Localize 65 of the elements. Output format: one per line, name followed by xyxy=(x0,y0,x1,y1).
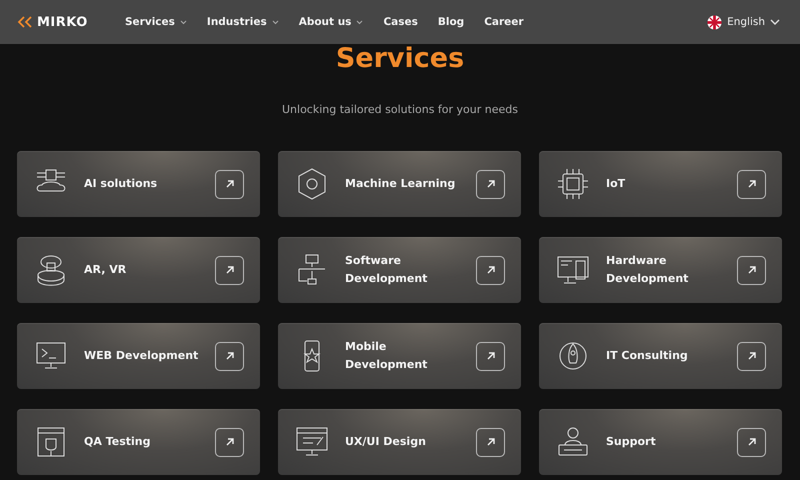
service-label: UX/UI Design xyxy=(345,434,427,450)
nav-link[interactable]: Blog xyxy=(438,16,464,28)
arrow-up-right-icon xyxy=(746,179,756,189)
open-link-button[interactable] xyxy=(215,342,244,370)
service-card[interactable]: QA Testing xyxy=(17,409,260,475)
open-link-button[interactable] xyxy=(737,342,766,370)
nav-link[interactable]: Industries xyxy=(206,16,279,28)
arrow-up-right-icon xyxy=(224,265,234,275)
service-label: Machine Learning xyxy=(345,176,456,192)
service-label: IoT xyxy=(606,176,626,192)
service-label: AI solutions xyxy=(84,176,158,192)
open-link-button[interactable] xyxy=(737,170,766,198)
service-card[interactable]: IoT xyxy=(539,151,782,217)
nav-link[interactable]: About us xyxy=(298,16,364,28)
service-label: Mobile Development xyxy=(345,339,428,373)
service-card[interactable]: UX/UI Design xyxy=(278,409,521,475)
open-link-button[interactable] xyxy=(215,256,244,284)
arrow-up-right-icon xyxy=(486,179,496,189)
flag-icon xyxy=(707,14,722,30)
arrow-up-right-icon xyxy=(486,437,496,447)
caret-icon xyxy=(356,20,364,24)
chevron-down-icon xyxy=(770,19,780,25)
arrow-up-right-icon xyxy=(746,351,756,361)
arrow-up-right-icon xyxy=(486,265,496,275)
arrow-up-right-icon xyxy=(224,437,234,447)
language-selector[interactable]: English xyxy=(707,14,780,30)
double-chevron-icon xyxy=(17,16,33,28)
service-label: WEB Development xyxy=(84,348,200,364)
open-link-button[interactable] xyxy=(215,170,244,198)
service-card[interactable]: Hardware Development xyxy=(539,237,782,303)
caret-icon xyxy=(272,20,279,24)
service-card[interactable]: Mobile Development xyxy=(278,323,521,389)
arrow-up-right-icon xyxy=(486,351,496,361)
caret-icon xyxy=(180,20,187,24)
service-label: Hardware Development xyxy=(606,253,690,287)
service-label: Support xyxy=(606,434,657,450)
service-card[interactable]: Machine Learning xyxy=(278,151,521,217)
arrow-up-right-icon xyxy=(746,437,756,447)
section-subtitle: Unlocking tailored solutions for your needs xyxy=(280,103,520,117)
nav-link[interactable]: Career xyxy=(484,16,524,28)
service-card[interactable]: Support xyxy=(539,409,782,475)
service-label: Software Development xyxy=(345,253,428,287)
arrow-up-right-icon xyxy=(224,351,234,361)
service-card[interactable]: AR, VR xyxy=(17,237,260,303)
nav-link[interactable]: Services xyxy=(125,16,187,28)
service-label: QA Testing xyxy=(84,434,152,450)
service-label: IT Consulting xyxy=(606,348,689,364)
open-link-button[interactable] xyxy=(476,170,505,198)
service-card[interactable]: AI solutions xyxy=(17,151,260,217)
chip-icon xyxy=(556,167,590,201)
arrow-up-right-icon xyxy=(746,265,756,275)
nav-link[interactable]: Cases xyxy=(383,16,418,28)
open-link-button[interactable] xyxy=(215,428,244,456)
open-link-button[interactable] xyxy=(476,428,505,456)
open-link-button[interactable] xyxy=(476,342,505,370)
logo[interactable]: MIRKO xyxy=(17,14,125,30)
service-card[interactable]: IT Consulting xyxy=(539,323,782,389)
service-card[interactable]: Software Development xyxy=(278,237,521,303)
open-link-button[interactable] xyxy=(737,256,766,284)
arrow-up-right-icon xyxy=(224,179,234,189)
open-link-button[interactable] xyxy=(737,428,766,456)
open-link-button[interactable] xyxy=(476,256,505,284)
section-title: Services xyxy=(334,43,466,75)
service-label: AR, VR xyxy=(84,262,128,278)
service-card[interactable]: WEB Development xyxy=(17,323,260,389)
